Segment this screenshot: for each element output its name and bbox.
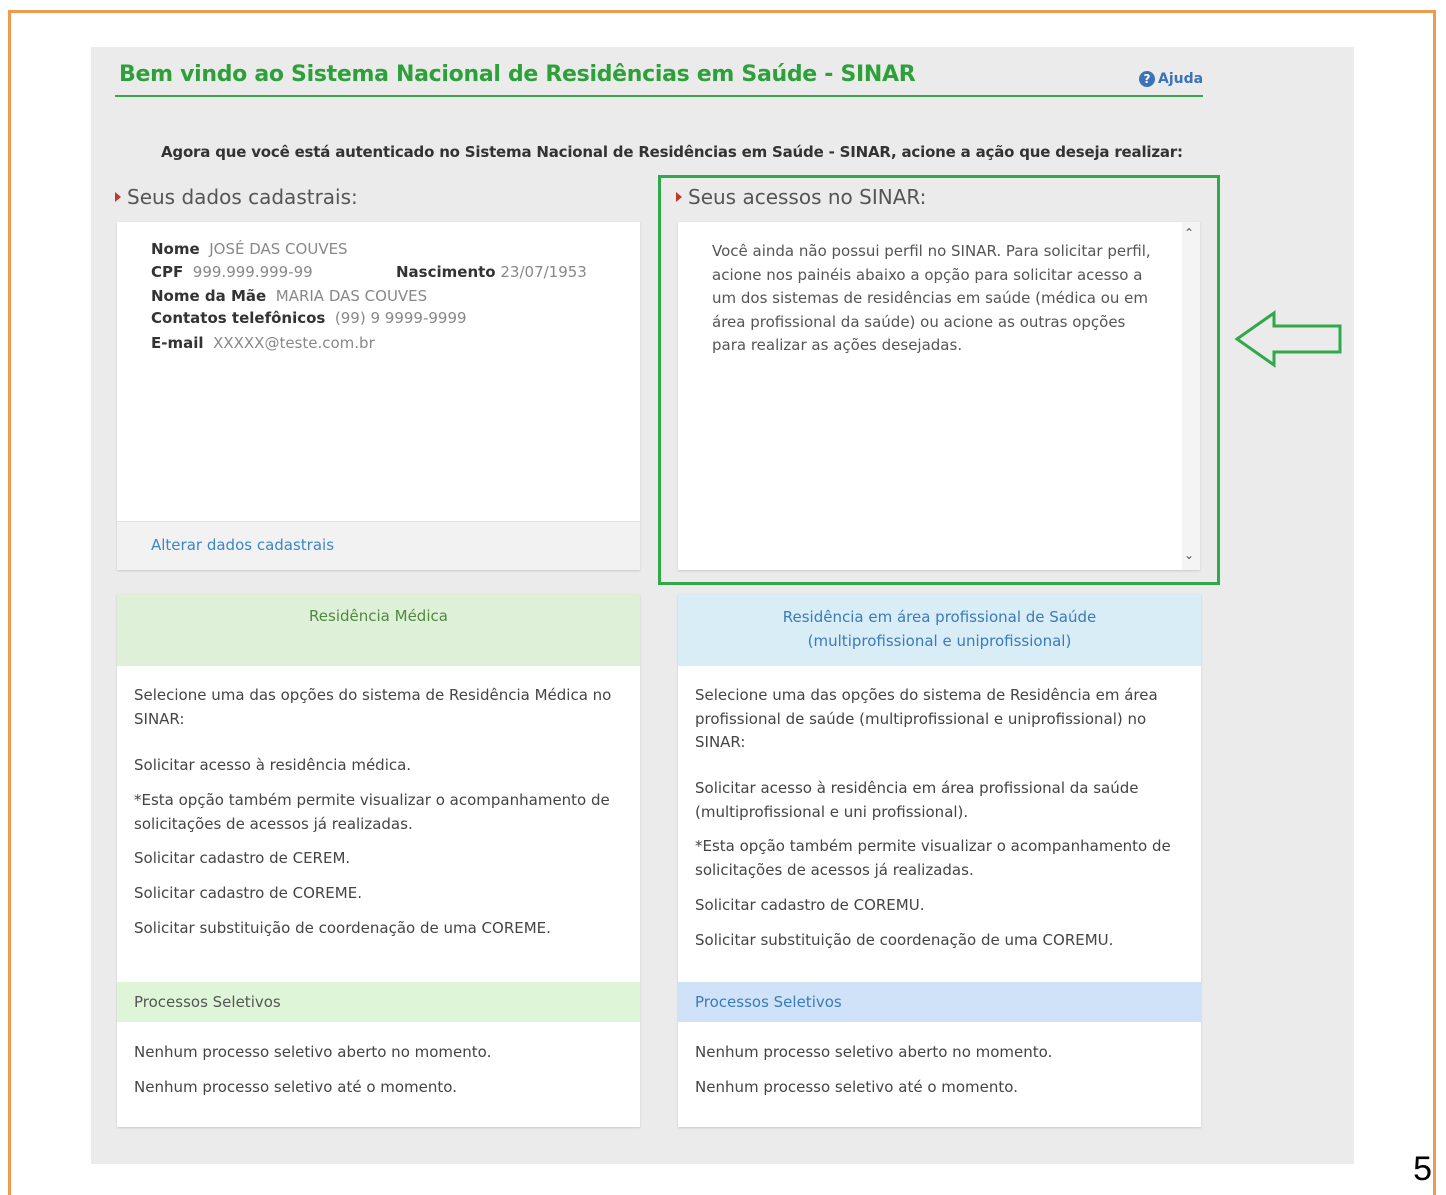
help-icon: ? bbox=[1139, 71, 1155, 87]
email-value: XXXXX@teste.com.br bbox=[213, 334, 375, 352]
access-heading-label: Seus acessos no SINAR: bbox=[688, 185, 927, 209]
help-label: Ajuda bbox=[1158, 71, 1204, 87]
phone-row: Contatos telefônicos (99) 9 9999-9999 bbox=[151, 309, 467, 327]
cpf-value: 999.999.999-99 bbox=[192, 263, 313, 281]
left-arrow-icon bbox=[1234, 310, 1342, 368]
coreme-substitution-link[interactable]: Solicitar substituição de coordenação de… bbox=[134, 917, 551, 941]
multi-panel: Residência em área profissional de Saúde… bbox=[678, 594, 1201, 1127]
birth-value: 23/07/1953 bbox=[500, 263, 587, 281]
coremu-link[interactable]: Solicitar cadastro de COREMU. bbox=[695, 894, 924, 918]
access-card: Você ainda não possui perfil no SINAR. P… bbox=[678, 222, 1200, 570]
cpf-label: CPF bbox=[151, 263, 184, 281]
phone-value: (99) 9 9999-9999 bbox=[334, 309, 467, 327]
title-divider bbox=[115, 95, 1203, 97]
registration-footer: Alterar dados cadastrais bbox=[117, 521, 640, 570]
multi-intro: Selecione uma das opções do sistema de R… bbox=[695, 686, 1158, 751]
access-scrollbar[interactable]: ⌃ ⌄ bbox=[1182, 222, 1200, 570]
mother-label: Nome da Mãe bbox=[151, 287, 267, 305]
registration-card: Nome JOSÉ DAS COUVES CPF 999.999.999-99 … bbox=[117, 222, 640, 570]
birth-row: Nascimento 23/07/1953 bbox=[396, 263, 587, 281]
sinar-screen: Bem vindo ao Sistema Nacional de Residên… bbox=[91, 47, 1354, 1164]
name-value: JOSÉ DAS COUVES bbox=[209, 240, 348, 258]
medica-access-link[interactable]: Solicitar acesso à residência médica. bbox=[134, 754, 411, 778]
coremu-substitution-link[interactable]: Solicitar substituição de coordenação de… bbox=[695, 929, 1113, 953]
medica-processes-header: Processos Seletivos bbox=[117, 982, 640, 1022]
scroll-up-icon[interactable]: ⌃ bbox=[1184, 226, 1194, 240]
medica-note: *Esta opção também permite visualizar o … bbox=[134, 791, 610, 833]
edit-registration-link[interactable]: Alterar dados cadastrais bbox=[151, 536, 334, 554]
cpf-row: CPF 999.999.999-99 bbox=[151, 263, 313, 281]
birth-label: Nascimento bbox=[396, 263, 496, 281]
name-label: Nome bbox=[151, 240, 200, 258]
page-number: 5 bbox=[1413, 1150, 1432, 1188]
name-row: Nome JOSÉ DAS COUVES bbox=[151, 240, 348, 258]
page-title: Bem vindo ao Sistema Nacional de Residên… bbox=[119, 62, 916, 87]
scroll-down-icon[interactable]: ⌄ bbox=[1184, 548, 1194, 562]
multi-process-none: Nenhum processo seletivo até o momento. bbox=[695, 1078, 1018, 1096]
email-row: E-mail XXXXX@teste.com.br bbox=[151, 334, 375, 352]
coreme-link[interactable]: Solicitar cadastro de COREME. bbox=[134, 882, 362, 906]
medica-panel: Residência Médica Selecione uma das opçõ… bbox=[117, 594, 640, 1127]
medica-intro: Selecione uma das opções do sistema de R… bbox=[134, 686, 612, 728]
mother-row: Nome da Mãe MARIA DAS COUVES bbox=[151, 287, 427, 305]
multi-panel-title-line1: Residência em área profissional de Saúde bbox=[782, 608, 1097, 626]
registration-heading-label: Seus dados cadastrais: bbox=[127, 185, 358, 209]
multi-access-link[interactable]: Solicitar acesso à residência em área pr… bbox=[695, 777, 1165, 824]
medica-process-open: Nenhum processo seletivo aberto no momen… bbox=[134, 1043, 492, 1061]
email-label: E-mail bbox=[151, 334, 204, 352]
medica-process-none: Nenhum processo seletivo até o momento. bbox=[134, 1078, 457, 1096]
multi-processes-header: Processos Seletivos bbox=[678, 982, 1201, 1022]
help-link[interactable]: ? Ajuda bbox=[1139, 71, 1203, 87]
cerem-link[interactable]: Solicitar cadastro de CEREM. bbox=[134, 847, 350, 871]
multi-note: *Esta opção também permite visualizar o … bbox=[695, 837, 1171, 879]
multi-process-open: Nenhum processo seletivo aberto no momen… bbox=[695, 1043, 1053, 1061]
registration-heading: Seus dados cadastrais: bbox=[115, 185, 358, 209]
phone-label: Contatos telefônicos bbox=[151, 309, 326, 327]
medica-panel-title: Residência Médica bbox=[309, 607, 448, 625]
bullet-icon bbox=[115, 192, 121, 202]
access-message: Você ainda não possui perfil no SINAR. P… bbox=[712, 242, 1151, 354]
multi-panel-header: Residência em área profissional de Saúde… bbox=[678, 594, 1201, 666]
medica-panel-header: Residência Médica bbox=[117, 594, 640, 666]
intro-text: Agora que você está autenticado no Siste… bbox=[161, 143, 1183, 161]
access-heading: Seus acessos no SINAR: bbox=[676, 185, 926, 209]
mother-value: MARIA DAS COUVES bbox=[275, 287, 428, 305]
multi-panel-title-line2: (multiprofissional e uniprofissional) bbox=[807, 631, 1072, 650]
bullet-icon bbox=[676, 192, 682, 202]
